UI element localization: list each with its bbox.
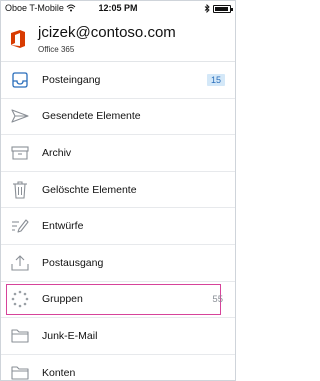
account-email: jcizek@contoso.com	[38, 24, 176, 41]
status-right	[204, 4, 233, 13]
folder-item-inbox[interactable]: Posteingang 15	[1, 62, 235, 99]
folder-icon	[10, 363, 30, 380]
folder-item-junk[interactable]: Junk-E-Mail	[1, 318, 235, 355]
folder-label: Entwürfe	[42, 220, 84, 233]
battery-icon	[213, 4, 233, 13]
folder-item-outbox[interactable]: Postausgang	[1, 245, 235, 282]
outbox-icon	[10, 253, 30, 273]
folder-label: Konten	[42, 366, 76, 379]
office-logo-icon	[9, 29, 27, 49]
folder-item-drafts[interactable]: Entwürfe	[1, 208, 235, 245]
folder-item-deleted[interactable]: Gelöschte Elemente	[1, 172, 235, 209]
status-bar: Oboe T-Mobile 12:05 PM	[1, 1, 235, 15]
archive-icon	[10, 143, 30, 163]
folder-item-groups[interactable]: Gruppen 55	[1, 282, 235, 319]
selection-highlight	[6, 283, 221, 316]
account-type: Office 365	[38, 45, 75, 54]
folder-icon	[10, 326, 30, 346]
folder-label: Gelöschte Elemente	[42, 183, 137, 196]
folder-item-archive[interactable]: Archiv	[1, 135, 235, 172]
folder-label: Gruppen	[42, 293, 83, 306]
folder-list: Posteingang 15 Gesendete Elemente Archiv	[1, 62, 235, 380]
groups-icon	[10, 289, 30, 309]
bluetooth-icon	[204, 4, 210, 13]
item-count: 55	[212, 293, 223, 305]
folder-label: Posteingang	[42, 73, 101, 86]
folder-label: Gesendete Elemente	[42, 110, 141, 123]
account-header[interactable]: jcizek@contoso.com Office 365	[1, 15, 235, 62]
folder-label: Archiv	[42, 146, 72, 159]
folder-label: Postausgang	[42, 256, 104, 269]
folder-item-accounts[interactable]: Konten	[1, 355, 235, 380]
folder-item-sent[interactable]: Gesendete Elemente	[1, 99, 235, 136]
drafts-icon	[10, 216, 30, 236]
sent-icon	[10, 106, 30, 126]
folder-label: Junk-E-Mail	[42, 329, 98, 342]
unread-badge: 15	[206, 73, 225, 86]
clock: 12:05 PM	[98, 3, 138, 13]
inbox-icon	[10, 70, 30, 90]
trash-icon	[10, 180, 30, 200]
phone-frame: Oboe T-Mobile 12:05 PM jcizek@contoso.co…	[0, 0, 236, 381]
